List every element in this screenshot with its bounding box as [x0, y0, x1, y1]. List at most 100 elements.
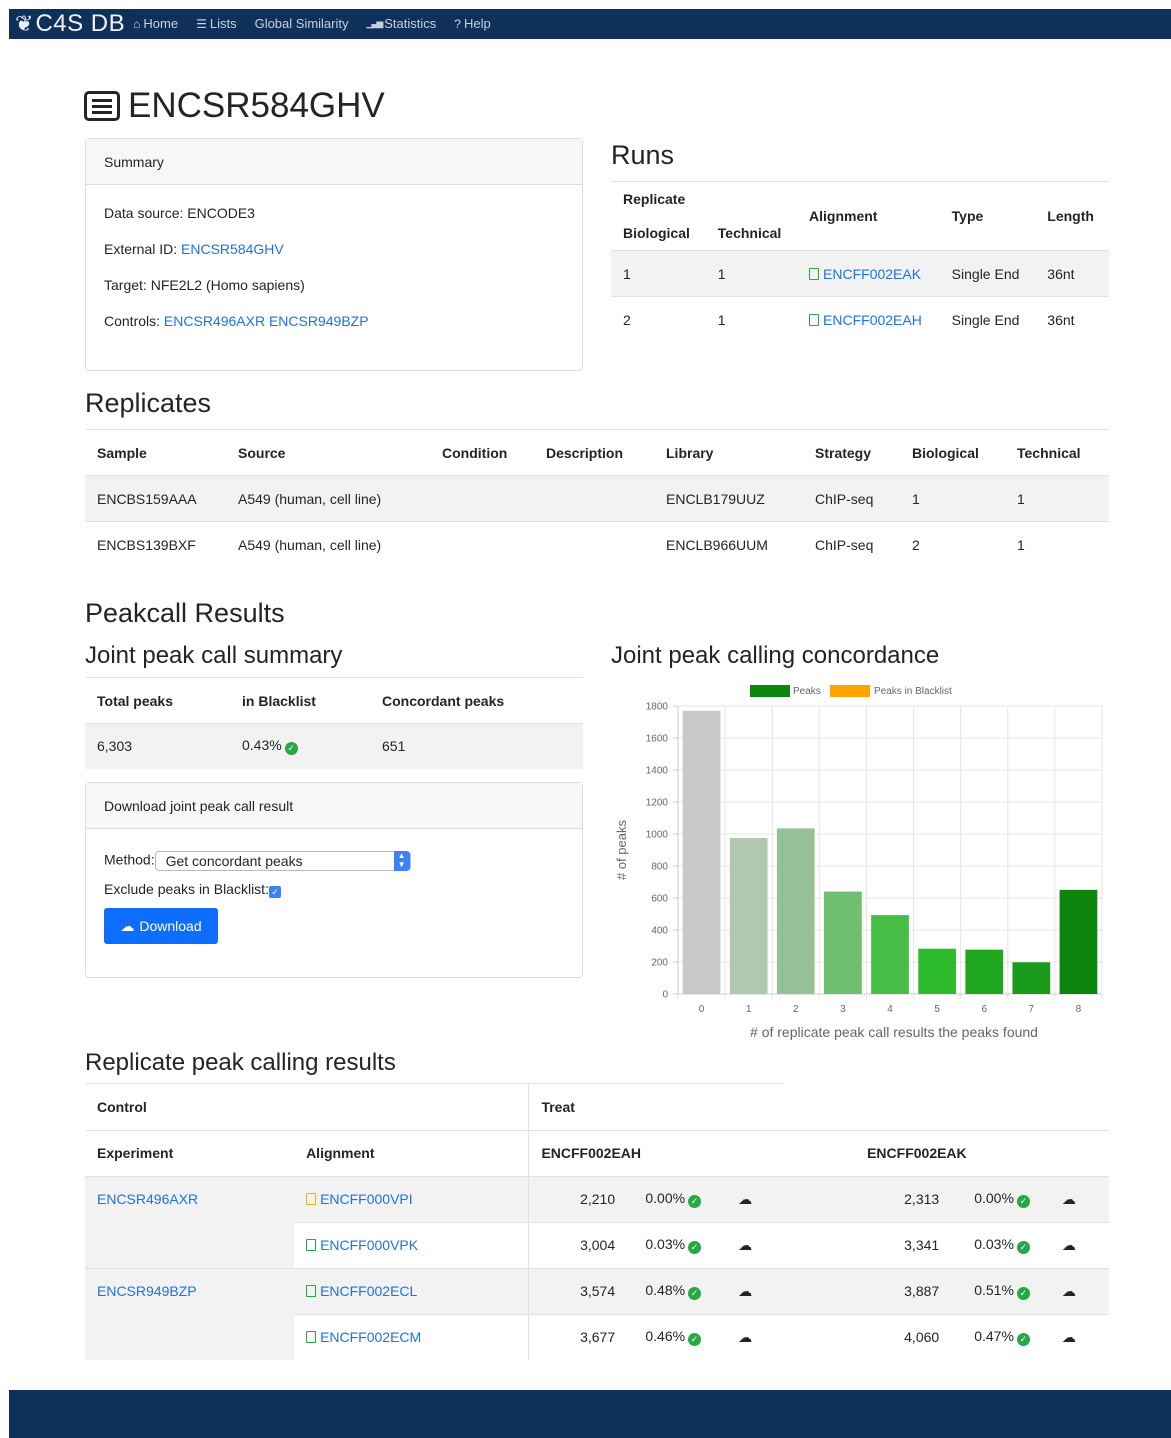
download-cell[interactable]: ☁: [1049, 1313, 1109, 1360]
nav-item-lists[interactable]: ☰ Lists: [196, 16, 237, 31]
alignment-link[interactable]: ENCFF002ECM: [320, 1329, 421, 1345]
bar: [729, 838, 768, 994]
technical-cell: 1: [717, 265, 726, 282]
experiment-link[interactable]: ENCSR496AXR: [97, 1191, 198, 1207]
summary-header: Summary: [86, 139, 582, 185]
blacklist-header: in Blacklist: [230, 677, 370, 724]
control-link[interactable]: ENCSR496AXR: [164, 313, 265, 329]
strategy-cell: ChIP-seq: [815, 490, 874, 507]
treat-header: Treat: [541, 1098, 575, 1115]
alignment-link[interactable]: ENCFF002ECL: [320, 1283, 417, 1299]
file-icon: [306, 1239, 317, 1251]
download-cell[interactable]: ☁: [1049, 1267, 1109, 1314]
table-row: 2 1 ENCFF002EAH Single End 36nt: [611, 296, 1109, 343]
alignment-cell[interactable]: ENCFF000VPI: [294, 1175, 530, 1222]
method-select[interactable]: Get concordant peaks ▲ ▼: [154, 851, 411, 871]
control-header: Control: [85, 1084, 530, 1130]
cloud-download-icon[interactable]: ☁: [738, 1237, 752, 1254]
peaks-count-cell: 3,574: [528, 1267, 628, 1314]
nav-item-statistics[interactable]: ▁▃▅ Statistics: [367, 16, 437, 31]
length-header: Length: [1035, 181, 1109, 251]
cloud-download-icon[interactable]: ☁: [1062, 1329, 1076, 1346]
download-cell[interactable]: ☁: [726, 1221, 786, 1268]
alignment-link[interactable]: ENCFF000VPI: [320, 1191, 413, 1207]
sample-cell: ENCBS159AAA: [97, 490, 197, 507]
cloud-download-icon[interactable]: ☁: [1062, 1191, 1076, 1208]
concordance-heading: Joint peak calling concordance: [611, 642, 940, 669]
bar: [682, 710, 721, 994]
download-cell[interactable]: ☁: [1049, 1221, 1109, 1268]
alignment-link[interactable]: ENCFF002EAK: [823, 266, 921, 282]
bar: [871, 915, 909, 994]
download-cell[interactable]: ☁: [1049, 1175, 1109, 1222]
legend-swatch: [750, 685, 790, 697]
summary-card: Summary Data source: ENCODE3 External ID…: [85, 138, 583, 371]
bar: [1012, 962, 1051, 994]
download-cell[interactable]: ☁: [726, 1313, 786, 1360]
replicates-table: Sample Source Condition Description Libr…: [85, 429, 1109, 568]
nav-label: Lists: [209, 16, 237, 31]
alignment-cell[interactable]: ENCFF000VPK: [294, 1221, 530, 1268]
y-tick-label: 0: [662, 990, 668, 1001]
alignment-cell[interactable]: ENCFF002ECM: [294, 1313, 530, 1360]
cloud-download-icon[interactable]: ☁: [738, 1329, 752, 1346]
experiment-cell[interactable]: ENCSR496AXR: [85, 1175, 295, 1268]
help-icon: ?: [454, 16, 461, 31]
table-row: 6,303 0.43% ✓ 651: [85, 723, 583, 769]
exclude-checkbox[interactable]: ✓: [268, 886, 281, 898]
x-tick-label: 8: [1076, 1004, 1082, 1015]
nav-item-help[interactable]: ? Help: [454, 16, 490, 31]
external-id-row: External ID: ENCSR584GHV: [104, 241, 564, 277]
target-row: Target: NFE2L2 (Homo sapiens): [104, 277, 564, 313]
check-circle-icon: ✓: [688, 1195, 702, 1208]
concordant-value: 651: [382, 738, 406, 755]
seahorse-logo-icon: ❦: [15, 11, 34, 36]
description-header: Description: [534, 429, 654, 476]
target-label: Target:: [104, 277, 147, 293]
download-cell[interactable]: ☁: [726, 1267, 786, 1314]
x-tick-label: 6: [981, 1004, 987, 1015]
download-header: Download joint peak call result: [86, 783, 582, 829]
footer: [9, 1390, 1171, 1438]
list-alt-icon: [84, 91, 120, 121]
x-tick-label: 7: [1029, 1004, 1035, 1015]
cloud-download-icon[interactable]: ☁: [1062, 1237, 1076, 1254]
replicate-header: Replicate: [611, 181, 798, 217]
external-id-link[interactable]: ENCSR584GHV: [181, 241, 284, 257]
alignment-link[interactable]: ENCFF002EAH: [823, 312, 922, 328]
blacklist-pct: 0.46%: [645, 1328, 686, 1345]
top-navbar: ❦ C4S DB ⌂ Home ☰ Lists Global Similarity …: [9, 9, 1171, 39]
experiment-link[interactable]: ENCSR949BZP: [97, 1283, 197, 1299]
cloud-download-icon[interactable]: ☁: [738, 1191, 752, 1208]
download-cell[interactable]: ☁: [726, 1175, 786, 1222]
sample-header: Sample: [85, 429, 226, 476]
control-link[interactable]: ENCSR949BZP: [269, 313, 369, 329]
method-row: Method: Get concordant peaks ▲ ▼: [104, 851, 564, 881]
peaks-count-cell: 3,004: [528, 1221, 628, 1268]
download-card: Download joint peak call result Method: G…: [85, 782, 583, 978]
file-icon: [306, 1331, 317, 1344]
list-icon: ☰: [196, 16, 207, 31]
replicate-results-table: Control Treat Experiment Alignment ENCFF…: [85, 1084, 1109, 1360]
alignment-cell[interactable]: ENCFF002ECL: [294, 1267, 530, 1314]
nav-item-global-similarity[interactable]: Global Similarity: [255, 16, 349, 31]
alignment-cell[interactable]: ENCFF002EAK: [797, 251, 940, 297]
external-id-label: External ID:: [104, 241, 178, 257]
blacklist-pct-cell: 0.48% ✓: [627, 1267, 727, 1314]
nav-label: Global Similarity: [254, 16, 349, 31]
alignment-link[interactable]: ENCFF000VPK: [320, 1237, 418, 1253]
check-circle-icon: ✓: [688, 1333, 702, 1347]
download-button[interactable]: ☁ Download: [104, 908, 218, 944]
source-cell: A549 (human, cell line): [226, 521, 430, 568]
method-select-value: Get concordant peaks: [165, 853, 303, 869]
cloud-download-icon[interactable]: ☁: [738, 1283, 752, 1300]
technical-header: Technical: [1005, 429, 1109, 476]
nav-item-home[interactable]: ⌂ Home: [133, 16, 178, 31]
cloud-download-icon[interactable]: ☁: [1062, 1283, 1076, 1300]
brand-link[interactable]: ❦ C4S DB: [9, 9, 125, 39]
experiment-cell[interactable]: ENCSR949BZP: [85, 1267, 295, 1360]
library-cell: ENCLB966UUM: [654, 521, 803, 568]
source-header: Source: [226, 429, 430, 476]
alignment-cell[interactable]: ENCFF002EAH: [797, 296, 940, 343]
file-icon: [809, 313, 820, 326]
